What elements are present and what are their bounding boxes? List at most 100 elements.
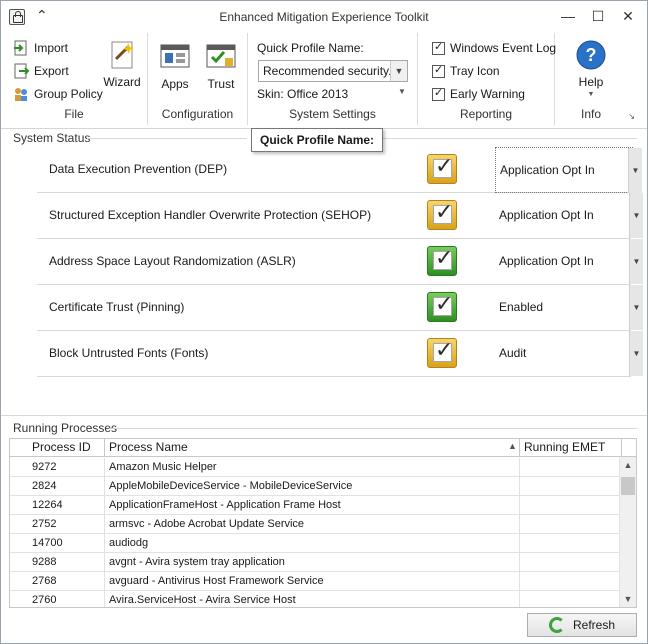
quick-profile-label: Quick Profile Name: <box>257 41 364 55</box>
column-header-process-id[interactable]: Process ID <box>28 439 105 457</box>
export-button[interactable]: Export <box>13 61 69 81</box>
checkbox-checked-icon[interactable] <box>432 40 445 55</box>
export-icon <box>13 63 30 79</box>
skin-label[interactable]: Skin: Office 2013 <box>257 87 348 101</box>
minimize-button[interactable]: — <box>554 5 582 27</box>
status-name: Structured Exception Handler Overwrite P… <box>49 208 372 222</box>
vertical-scrollbar[interactable]: ▲ ▼ <box>620 457 636 607</box>
table-row[interactable]: 2752 armsvc - Adobe Acrobat Update Servi… <box>10 515 620 534</box>
window-title: Enhanced Mitigation Experience Toolkit <box>219 10 429 24</box>
import-icon <box>13 40 29 56</box>
scroll-thumb[interactable] <box>621 477 635 495</box>
maximize-button[interactable]: ☐ <box>584 5 612 27</box>
table-row[interactable]: 9272 Amazon Music Helper <box>10 458 620 477</box>
table-row[interactable]: 2768 avguard - Antivirus Host Framework … <box>10 572 620 591</box>
dropdown-arrow-icon[interactable]: ▼ <box>629 331 643 376</box>
wizard-button[interactable]: Wizard <box>101 39 143 89</box>
status-name: Certificate Trust (Pinning) <box>49 300 185 314</box>
info-group-label: Info <box>580 107 601 121</box>
main-window: ⌃ Enhanced Mitigation Experience Toolkit… <box>0 0 648 644</box>
status-value-select[interactable]: Enabled ▼ <box>495 285 643 331</box>
refresh-button[interactable]: Refresh <box>527 613 637 637</box>
scroll-down-icon[interactable]: ▼ <box>620 591 636 607</box>
early-warning-label: Early Warning <box>450 87 525 101</box>
running-processes-title: Running Processes <box>13 421 118 435</box>
process-id-cell: 9272 <box>28 458 105 477</box>
trust-label: Trust <box>207 77 235 91</box>
ribbon-group-reporting: Windows Event Log Tray Icon Early Warnin… <box>418 33 556 125</box>
status-name: Address Space Layout Randomization (ASLR… <box>49 254 296 268</box>
group-policy-button[interactable]: Group Policy <box>13 84 103 104</box>
running-emet-cell <box>520 515 620 534</box>
group-policy-icon <box>13 86 29 102</box>
process-id-cell: 2768 <box>28 572 105 591</box>
quick-profile-tooltip: Quick Profile Name: <box>251 128 384 152</box>
column-header-process-name[interactable]: Process Name <box>105 439 520 457</box>
ribbon-group-system-settings: Quick Profile Name: Recommended security… <box>248 33 418 125</box>
status-value: Application Opt In <box>499 254 594 268</box>
quick-profile-value: Recommended security... <box>263 64 399 78</box>
status-row-sehop: Structured Exception Handler Overwrite P… <box>37 193 643 239</box>
section-divider <box>109 428 637 429</box>
system-status-title: System Status <box>13 131 91 145</box>
yellow-check-icon: ✓ <box>427 199 457 230</box>
help-label: Help <box>578 75 604 89</box>
import-button[interactable]: Import <box>13 38 68 58</box>
svg-text:?: ? <box>586 45 597 65</box>
yellow-check-icon: ✓ <box>427 337 457 368</box>
status-value-select[interactable]: Application Opt In ▼ <box>495 193 643 239</box>
tray-icon-checkbox[interactable]: Tray Icon <box>432 61 500 81</box>
process-grid: Process ID Process Name ▲ Running EMET 9… <box>9 438 637 608</box>
dialog-launcher-icon[interactable]: ↘ <box>628 112 635 121</box>
process-name-cell: ApplicationFrameHost - Application Frame… <box>105 496 520 515</box>
process-id-cell: 12264 <box>28 496 105 515</box>
windows-event-log-checkbox[interactable]: Windows Event Log <box>432 38 556 58</box>
status-value-select[interactable]: Audit ▼ <box>495 331 643 377</box>
help-dropdown-icon[interactable]: ▼ <box>571 91 611 98</box>
close-button[interactable]: ✕ <box>614 5 642 27</box>
ribbon-group-configuration: Apps Trust Configuration <box>148 33 248 125</box>
running-emet-cell <box>520 591 620 607</box>
status-value: Audit <box>499 346 527 360</box>
trust-button[interactable]: Trust <box>202 41 240 91</box>
import-label: Import <box>34 41 69 55</box>
status-row-aslr: Address Space Layout Randomization (ASLR… <box>37 239 643 285</box>
quick-profile-select[interactable]: Recommended security... ▼ <box>258 60 408 82</box>
process-id-cell: 2760 <box>28 591 105 607</box>
running-emet-cell <box>520 572 620 591</box>
chevron-down-icon[interactable]: ▼ <box>390 61 407 81</box>
column-header-running-emet[interactable]: Running EMET <box>520 439 622 457</box>
section-divider <box>1 415 647 416</box>
dropdown-arrow-icon[interactable]: ▼ <box>628 148 642 193</box>
apps-button[interactable]: Apps <box>156 41 194 91</box>
checkbox-checked-icon[interactable] <box>432 86 445 101</box>
running-emet-cell <box>520 496 620 515</box>
dropdown-arrow-icon[interactable]: ▼ <box>629 193 643 238</box>
status-value-select[interactable]: Application Opt In ▼ <box>495 239 643 285</box>
process-name-cell: Amazon Music Helper <box>105 458 520 477</box>
table-row[interactable]: 14700 audiodg <box>10 534 620 553</box>
help-button[interactable]: ? Help ▼ <box>571 39 611 98</box>
status-row-pinning: Certificate Trust (Pinning) ✓ Enabled ▼ <box>37 285 643 331</box>
table-row[interactable]: 2824 AppleMobileDeviceService - MobileDe… <box>10 477 620 496</box>
running-emet-cell <box>520 458 620 477</box>
process-name-cell: armsvc - Adobe Acrobat Update Service <box>105 515 520 534</box>
table-row[interactable]: 9288 avgnt - Avira system tray applicati… <box>10 553 620 572</box>
group-policy-label: Group Policy <box>34 87 103 101</box>
status-value: Application Opt In <box>500 163 595 177</box>
table-row[interactable]: 12264 ApplicationFrameHost - Application… <box>10 496 620 515</box>
status-value: Enabled <box>499 300 544 314</box>
scroll-up-icon[interactable]: ▲ <box>620 457 636 473</box>
table-row[interactable]: 2760 Avira.ServiceHost - Avira Service H… <box>10 591 620 607</box>
refresh-label: Refresh <box>572 618 616 632</box>
windows-event-log-label: Windows Event Log <box>450 41 557 55</box>
apps-label: Apps <box>161 77 189 91</box>
dropdown-arrow-icon[interactable]: ▼ <box>629 239 643 284</box>
early-warning-checkbox[interactable]: Early Warning <box>432 84 525 104</box>
wizard-label: Wizard <box>103 75 141 89</box>
skin-dropdown-icon[interactable]: ▼ <box>398 87 406 96</box>
checkbox-checked-icon[interactable] <box>432 63 445 78</box>
file-group-label: File <box>64 107 84 121</box>
status-value-select[interactable]: Application Opt In ▼ <box>495 147 642 193</box>
dropdown-arrow-icon[interactable]: ▼ <box>629 285 643 330</box>
